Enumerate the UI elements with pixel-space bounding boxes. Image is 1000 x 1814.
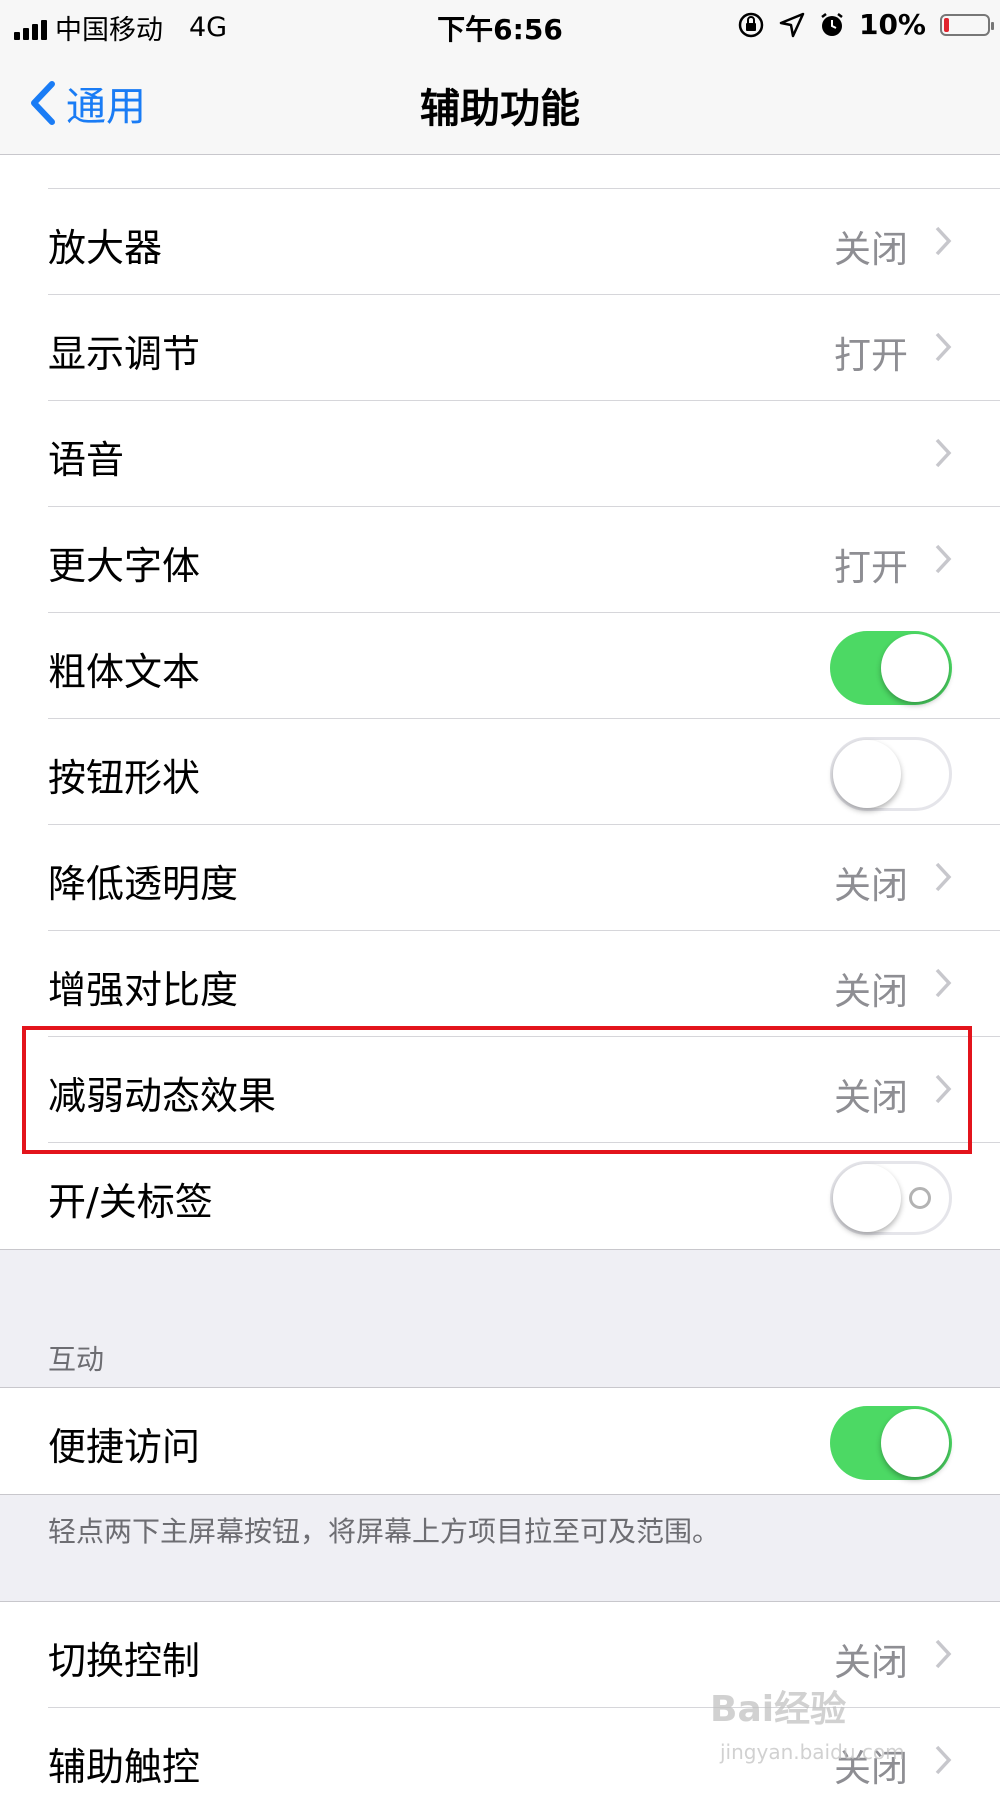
row-label: 开/关标签 [48,1180,213,1224]
button-shapes-toggle[interactable] [830,737,952,811]
chevron-right-icon [935,332,952,362]
highlight-annotation [22,1026,972,1154]
row-label: 按钮形状 [48,756,201,800]
page-title: 辅助功能 [420,86,580,132]
alarm-icon [821,12,843,36]
row-speech[interactable]: 语音 [0,401,1000,507]
chevron-right-icon [935,438,952,468]
row-label: 显示调节 [48,332,201,376]
row-value: 打开 [834,334,908,377]
status-bar: 中国移动 4G 下午6:56 10% [0,0,1000,50]
row-label: 粗体文本 [48,650,201,694]
battery-percent: 10% [858,8,926,41]
row-button-shapes: 按钮形状 [0,719,1000,825]
bold-text-toggle[interactable] [830,631,952,705]
status-right: 10% [737,8,994,41]
reachability-footer: 轻点两下主屏幕按钮，将屏幕上方项目拉至可及范围。 [48,1515,721,1548]
chevron-right-icon [935,968,952,998]
row-increase-contrast[interactable]: 增强对比度 关闭 [0,931,1000,1037]
row-label: 更大字体 [48,544,201,588]
row-label: 放大器 [48,226,163,270]
watermark-url: jingyan.baidu.com [720,1740,905,1764]
chevron-right-icon [935,544,952,574]
row-label: 降低透明度 [48,862,239,906]
row-value: 关闭 [834,228,908,271]
chevron-right-icon [935,1639,952,1669]
reachability-toggle[interactable] [830,1406,952,1480]
row-value: 关闭 [834,970,908,1013]
row-label: 辅助触控 [48,1745,201,1789]
row-on-off-labels: 开/关标签 [0,1143,1000,1249]
chevron-right-icon [935,862,952,892]
on-off-labels-toggle[interactable] [830,1161,952,1235]
row-label: 语音 [48,438,125,482]
row-value: 关闭 [834,1641,908,1684]
row-label: 增强对比度 [48,968,239,1012]
row-magnifier[interactable]: 放大器 关闭 [0,189,1000,295]
row-reachability: 便捷访问 [0,1388,1000,1494]
row-reduce-transparency[interactable]: 降低透明度 关闭 [0,825,1000,931]
scrolled-row-remnant [0,155,1000,189]
off-label-ring-icon [909,1187,931,1209]
row-larger-text[interactable]: 更大字体 打开 [0,507,1000,613]
row-display-accommodations[interactable]: 显示调节 打开 [0,295,1000,401]
battery-icon [940,13,994,36]
row-value: 关闭 [834,864,908,907]
row-bold-text: 粗体文本 [0,613,1000,719]
orientation-lock-icon [738,12,764,37]
location-icon [779,12,805,37]
watermark-brand: Bai经验 [710,1689,847,1730]
section-header-interaction: 互动 [48,1343,105,1376]
interaction-settings-group: 便捷访问 [0,1387,1000,1495]
row-label: 便捷访问 [48,1425,201,1469]
row-value: 打开 [834,546,908,589]
chevron-right-icon [935,226,952,256]
baidu-jingyan-watermark: Bai经验 jingyan.baidu.com [710,1680,960,1770]
row-label: 切换控制 [48,1639,201,1683]
navigation-bar: 通用 辅助功能 [0,50,1000,155]
